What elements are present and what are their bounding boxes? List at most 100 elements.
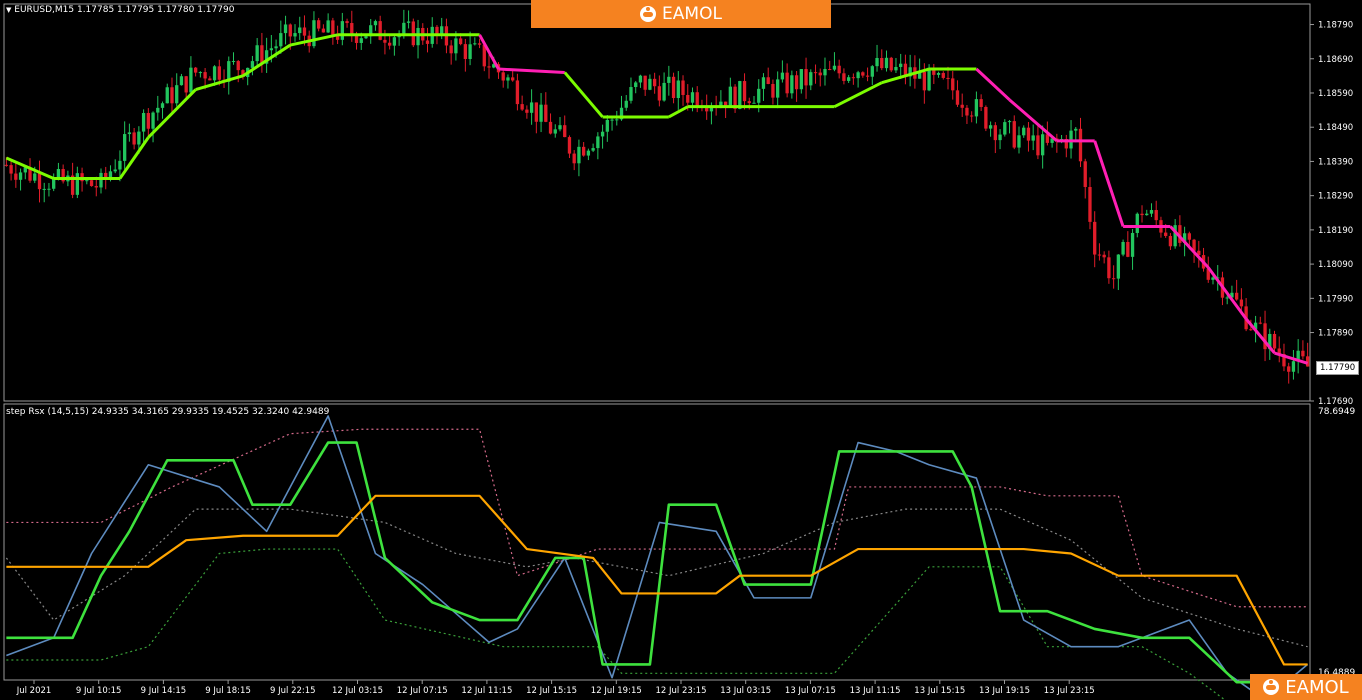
- candle-body: [373, 21, 378, 26]
- candle-body: [581, 146, 586, 156]
- candle-body: [936, 72, 941, 75]
- candle-body: [217, 66, 221, 80]
- candle-body: [880, 57, 884, 69]
- candle-body: [690, 92, 695, 103]
- candle-body: [577, 146, 581, 164]
- brand-banner[interactable]: EAMOL: [531, 0, 831, 28]
- price-tick-label: 1.18290: [1318, 192, 1353, 202]
- candle-body: [884, 57, 889, 69]
- trend-step-segment: [1207, 266, 1248, 320]
- candle-body: [747, 101, 751, 104]
- candle-body: [1026, 127, 1031, 141]
- candle-body: [392, 37, 397, 46]
- candle-body: [99, 172, 103, 188]
- candle-body: [416, 27, 420, 46]
- candle-body: [946, 77, 950, 79]
- candle-body: [255, 45, 259, 62]
- candle-body: [250, 61, 255, 68]
- candle-body: [331, 20, 335, 36]
- candle-body: [1140, 213, 1144, 216]
- candle-body: [260, 45, 264, 64]
- candle-body: [132, 132, 136, 145]
- candle-body: [648, 78, 652, 90]
- candle-body: [809, 72, 813, 86]
- candle-body: [9, 165, 13, 174]
- candle-body: [170, 87, 174, 104]
- candle-body: [123, 134, 127, 161]
- candle-body: [1291, 361, 1296, 372]
- candle-body: [387, 42, 392, 46]
- candle-body: [671, 76, 676, 99]
- candle-body: [1078, 128, 1083, 162]
- candle-body: [596, 136, 600, 149]
- candle-body: [681, 80, 685, 95]
- candle-body: [269, 48, 274, 51]
- candle-body: [236, 61, 240, 71]
- candle-body: [14, 173, 18, 180]
- candle-body: [317, 20, 321, 29]
- candle-body: [33, 173, 37, 181]
- candle-body: [993, 125, 997, 141]
- price-tick-label: 1.18590: [1318, 89, 1353, 99]
- price-tick-label: 1.18490: [1318, 123, 1353, 133]
- indicator-line-band-upper: [6, 428, 1308, 608]
- candle-body: [846, 77, 851, 81]
- candle-body: [785, 72, 789, 94]
- candle-body: [558, 125, 562, 130]
- brand-badge[interactable]: EAMOL: [1250, 674, 1362, 700]
- candle-body: [1116, 254, 1121, 279]
- candle-body: [998, 134, 1002, 141]
- collapse-icon[interactable]: ▼: [6, 6, 11, 14]
- candle-body: [615, 119, 619, 121]
- candle-body: [1187, 233, 1191, 240]
- candle-body: [1003, 122, 1007, 135]
- candle-body: [47, 188, 51, 190]
- time-tick-label: 12 Jul 23:15: [656, 686, 707, 696]
- candle-body: [1040, 134, 1045, 156]
- price-tick-label: 1.18390: [1318, 157, 1353, 167]
- candle-body: [686, 94, 690, 103]
- candle-body: [189, 67, 193, 93]
- indicator-pane-frame: [3, 403, 1311, 681]
- candle-body: [818, 72, 822, 76]
- candle-body: [1149, 210, 1154, 214]
- candle-body: [870, 66, 874, 77]
- candle-body: [638, 75, 643, 83]
- candle-body: [198, 72, 203, 74]
- candle-body: [529, 102, 534, 113]
- candle-body: [137, 131, 141, 145]
- candle-body: [383, 39, 387, 43]
- candle-body: [359, 38, 363, 43]
- candle-body: [506, 77, 510, 81]
- candle-body: [539, 104, 543, 122]
- candle-body: [340, 21, 344, 40]
- candle-body: [279, 33, 283, 47]
- candle-body: [458, 38, 463, 45]
- candle-body: [988, 125, 993, 129]
- candle-body: [193, 67, 198, 73]
- candle-body: [1258, 322, 1262, 324]
- candle-body: [1168, 235, 1173, 247]
- candle-body: [828, 69, 832, 71]
- candle-body: [610, 119, 614, 121]
- candle-body: [563, 125, 567, 138]
- candle-body: [837, 65, 841, 74]
- candle-body: [984, 106, 988, 129]
- candle-body: [1022, 127, 1026, 136]
- symbol-info: EURUSD,M15 1.17785 1.17795 1.17780 1.177…: [14, 5, 235, 15]
- candle-body: [738, 81, 742, 109]
- candle-body: [1111, 278, 1116, 280]
- candle-body: [941, 72, 945, 78]
- candle-body: [970, 115, 974, 117]
- candle-body: [586, 150, 591, 156]
- price-tick-label: 1.17890: [1318, 329, 1353, 339]
- candle-body: [1007, 121, 1012, 123]
- chart-canvas[interactable]: 1.18790 1.18690 1.18590 1.18490 1.18390 1.182…: [0, 0, 1362, 700]
- candle-body: [951, 78, 955, 91]
- candle-body: [629, 87, 633, 101]
- candle-body: [766, 77, 770, 84]
- time-tick-label: 12 Jul 11:15: [461, 686, 512, 696]
- candle-body: [1126, 241, 1130, 257]
- candle-body: [231, 61, 236, 63]
- candle-body: [1130, 232, 1135, 257]
